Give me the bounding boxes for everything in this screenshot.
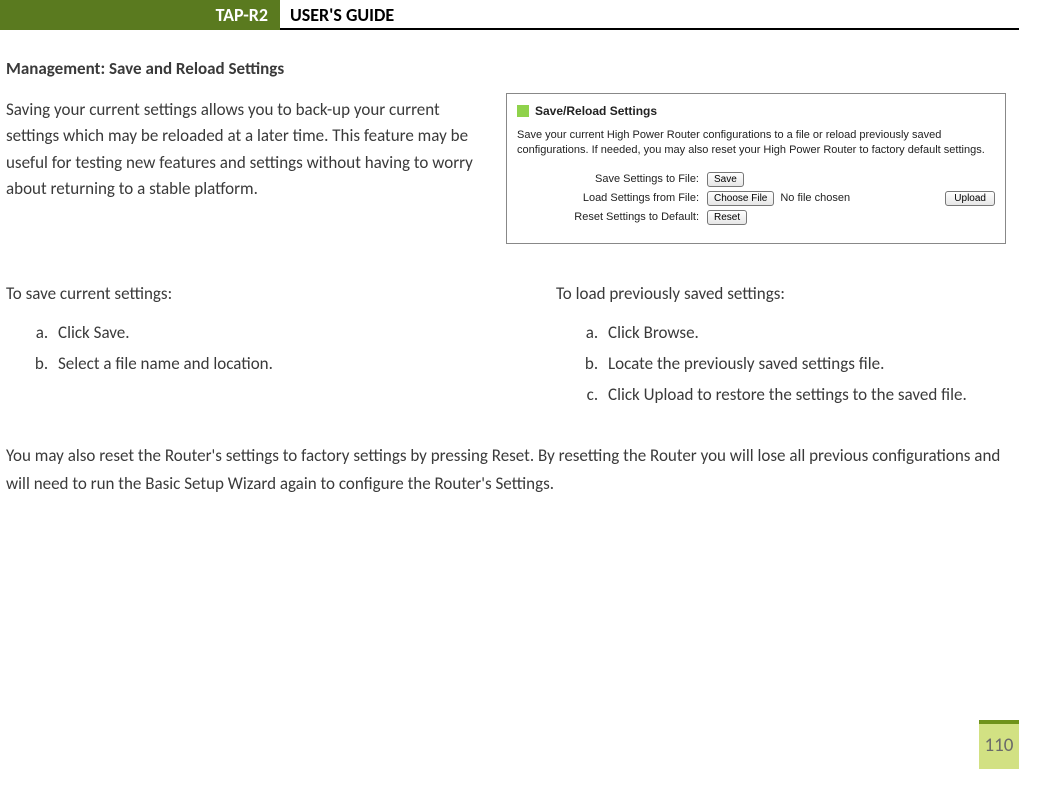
load-instructions: To load previously saved settings: Click… <box>556 280 1013 413</box>
panel-row-reset: Reset Settings to Default: Reset <box>517 210 995 225</box>
list-item: Click Upload to restore the settings to … <box>602 381 1013 408</box>
list-item: Click Browse. <box>602 319 1013 346</box>
load-instructions-title: To load previously saved settings: <box>556 280 1013 307</box>
save-instructions-title: To save current settings: <box>6 280 516 307</box>
reset-label: Reset Settings to Default: <box>517 211 707 223</box>
panel-header: Save/Reload Settings <box>517 104 995 118</box>
panel-description: Save your current High Power Router conf… <box>517 128 995 158</box>
settings-panel: Save/Reload Settings Save your current H… <box>506 93 1006 244</box>
list-item: Select a file name and location. <box>52 350 516 377</box>
header-bar: TAP-R2 USER'S GUIDE <box>0 0 1019 30</box>
file-chosen-text: No file chosen <box>780 192 850 204</box>
panel-row-save: Save Settings to File: Save <box>517 172 995 187</box>
save-steps-list: Click Save. Select a file name and locat… <box>34 319 516 377</box>
panel-row-load: Load Settings from File: Choose File No … <box>517 191 995 206</box>
reset-button[interactable]: Reset <box>707 210 747 225</box>
save-label: Save Settings to File: <box>517 173 707 185</box>
choose-file-button[interactable]: Choose File <box>707 191 774 206</box>
section-title: Management: Save and Reload Settings <box>6 58 1013 79</box>
page-number: 110 <box>979 720 1019 769</box>
intro-row: Saving your current settings allows you … <box>6 97 1013 244</box>
save-instructions: To save current settings: Click Save. Se… <box>6 280 516 413</box>
document-title: USER'S GUIDE <box>290 0 394 30</box>
list-item: Click Save. <box>52 319 516 346</box>
reset-paragraph: You may also reset the Router's settings… <box>6 442 1013 496</box>
page-content: Management: Save and Reload Settings Sav… <box>0 30 1041 497</box>
save-button[interactable]: Save <box>707 172 744 187</box>
instructions-columns: To save current settings: Click Save. Se… <box>6 280 1013 413</box>
panel-square-icon <box>517 105 529 117</box>
product-tab: TAP-R2 <box>0 0 280 30</box>
load-label: Load Settings from File: <box>517 192 707 204</box>
load-steps-list: Click Browse. Locate the previously save… <box>584 319 1013 409</box>
intro-paragraph: Saving your current settings allows you … <box>6 97 486 202</box>
upload-button[interactable]: Upload <box>945 191 995 206</box>
panel-title: Save/Reload Settings <box>535 104 657 118</box>
list-item: Locate the previously saved settings fil… <box>602 350 1013 377</box>
